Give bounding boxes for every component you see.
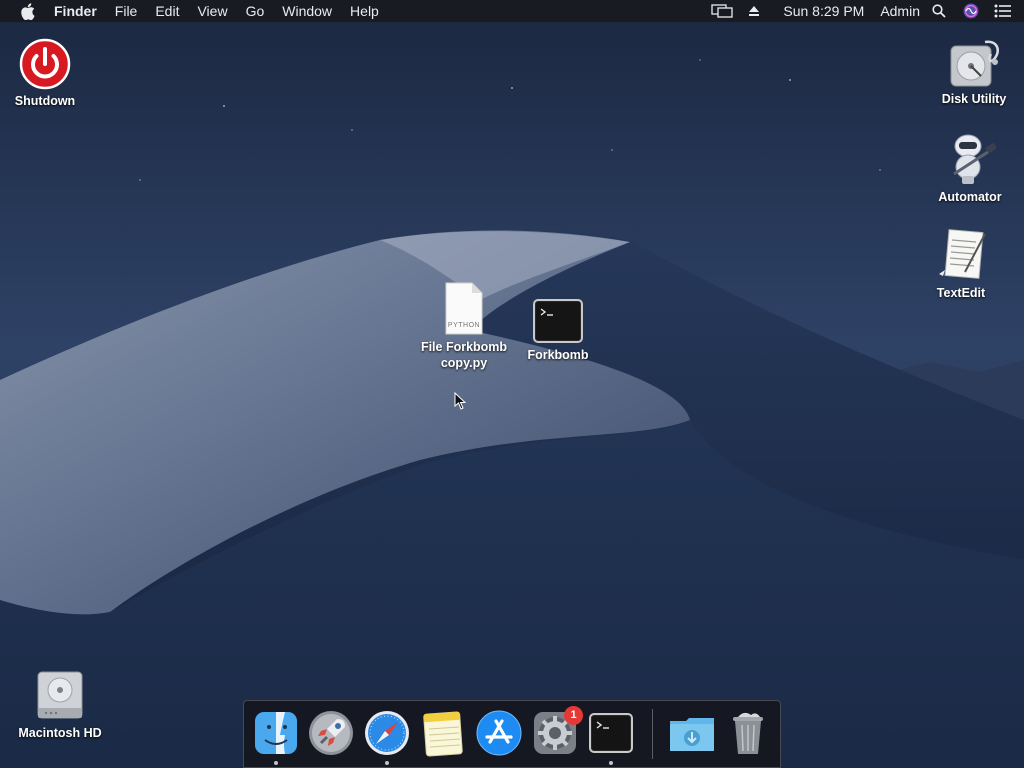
spotlight-search-icon[interactable] [928, 0, 950, 22]
python-document-icon: PYTHON [442, 282, 486, 336]
notification-center-icon[interactable] [992, 0, 1014, 22]
python-file-desktop-icon[interactable]: PYTHON File Forkbomb copy.py [409, 282, 519, 371]
menu-window[interactable]: Window [273, 0, 341, 22]
downloads-folder-icon [670, 718, 714, 751]
menu-help[interactable]: Help [341, 0, 388, 22]
shutdown-label: Shutdown [14, 94, 76, 108]
menu-go[interactable]: Go [237, 0, 274, 22]
menu-view[interactable]: View [188, 0, 236, 22]
forkbomb-desktop-icon[interactable]: Forkbomb [518, 298, 598, 363]
dock: 1 [243, 700, 781, 768]
disk-utility-icon [945, 36, 1003, 88]
shutdown-desktop-icon[interactable]: Shutdown [7, 38, 83, 109]
dock-safari[interactable] [363, 709, 411, 757]
textedit-desktop-icon[interactable]: TextEdit [922, 228, 1000, 301]
dock-notes[interactable] [419, 709, 467, 757]
python-tag: PYTHON [447, 322, 481, 329]
finder-icon [255, 712, 297, 754]
notification-badge: 1 [564, 706, 583, 725]
menubar-user[interactable]: Admin [872, 0, 928, 22]
menu-finder[interactable]: Finder [54, 0, 106, 22]
dock-finder[interactable] [252, 709, 300, 757]
siri-icon[interactable] [960, 0, 982, 22]
running-indicator [609, 761, 613, 765]
hard-drive-icon [32, 668, 88, 722]
menu-file[interactable]: File [106, 0, 147, 22]
power-icon [19, 38, 71, 90]
python-file-label: File Forkbomb copy.py [420, 340, 508, 370]
eject-icon[interactable] [743, 0, 765, 22]
dock-terminal[interactable] [587, 709, 635, 757]
app-store-icon [476, 710, 522, 756]
mouse-cursor-icon [454, 392, 466, 410]
notes-icon [423, 711, 463, 757]
forkbomb-label: Forkbomb [527, 348, 589, 362]
disk-utility-label: Disk Utility [941, 92, 1007, 106]
dock-separator [652, 709, 653, 759]
dock-trash[interactable] [724, 709, 772, 757]
automator-robot-icon [942, 130, 998, 186]
desktop-wallpaper [0, 0, 1024, 768]
launchpad-rocket-icon [309, 711, 353, 755]
automator-label: Automator [938, 190, 1002, 204]
textedit-label: TextEdit [936, 286, 986, 300]
display-mirroring-icon[interactable] [711, 0, 734, 22]
automator-desktop-icon[interactable]: Automator [930, 130, 1010, 205]
dock-app-store[interactable] [475, 709, 523, 757]
terminal-icon [532, 298, 584, 344]
disk-utility-desktop-icon[interactable]: Disk Utility [934, 36, 1014, 107]
textedit-icon [933, 228, 989, 282]
menu-edit[interactable]: Edit [146, 0, 188, 22]
safari-compass-icon [365, 711, 409, 755]
dock-downloads[interactable] [668, 709, 716, 757]
macintosh-hd-desktop-icon[interactable]: Macintosh HD [12, 668, 108, 741]
running-indicator [274, 761, 278, 765]
menubar-clock[interactable]: Sun 8:29 PM [775, 0, 872, 22]
apple-menu-icon[interactable] [18, 0, 38, 22]
trash-icon [733, 712, 763, 754]
dock-launchpad[interactable] [307, 709, 355, 757]
menu-bar: Finder File Edit View Go Window Help Sun… [0, 0, 1024, 22]
running-indicator [385, 761, 389, 765]
terminal-icon [589, 713, 633, 753]
macintosh-hd-label: Macintosh HD [18, 726, 102, 740]
